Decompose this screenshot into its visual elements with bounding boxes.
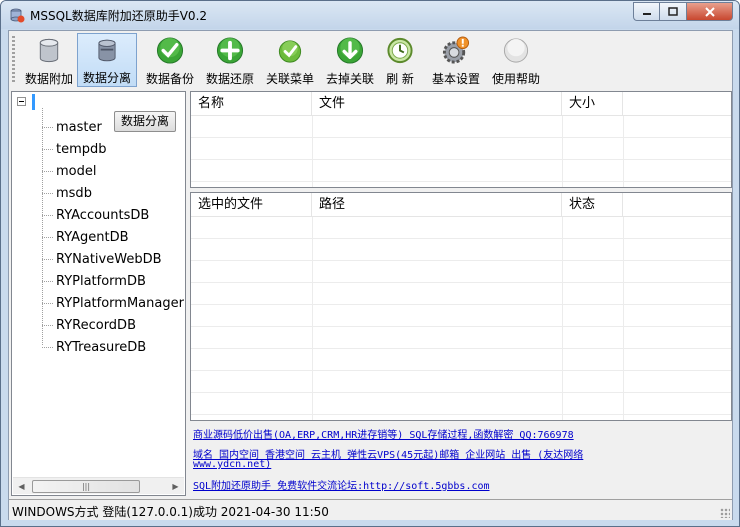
selected-files-grid[interactable]: 选中的文件 路径 状态 xyxy=(190,192,732,421)
attach-button[interactable]: 数据附加 xyxy=(19,33,79,87)
tree-item-ryrecorddb[interactable]: RYRecordDB xyxy=(42,314,136,336)
tree-item-label: RYPlatformManagerDB xyxy=(56,295,185,311)
close-icon xyxy=(704,6,715,17)
small-check-icon xyxy=(278,40,302,63)
tree-item-label: model xyxy=(56,163,97,179)
tree-item-label: tempdb xyxy=(56,141,107,157)
toolbar: 数据附加 数据分离 数据备份 数据还原 关联菜单 去掉关联 刷 新 基本设置 使… xyxy=(9,31,732,89)
settings-gear-icon xyxy=(442,36,470,64)
files-grid-rows xyxy=(191,116,731,187)
tree-item-label: RYPlatformDB xyxy=(56,273,146,289)
detach-context-button[interactable]: 数据分离 xyxy=(114,111,177,132)
tree-horizontal-scrollbar[interactable]: ◀ ||| ▶ xyxy=(13,477,184,494)
selected-grid-header: 选中的文件 路径 状态 xyxy=(191,193,731,217)
database-tree[interactable]: master tempdb model msdb RYAccountsDB RY… xyxy=(11,91,186,496)
tree-item-label: RYTreasureDB xyxy=(56,339,147,355)
remove-association-button[interactable]: 去掉关联 xyxy=(320,33,380,87)
associate-menu-label: 关联菜单 xyxy=(265,72,314,86)
scroll-left-icon[interactable]: ◀ xyxy=(13,478,30,495)
link-source-code-sale[interactable]: 商业源码低价出售(OA,ERP,CRM,HR进存销等) SQL存储过程,函数解密… xyxy=(193,426,574,441)
tree-root-node[interactable] xyxy=(32,94,35,110)
files-grid[interactable]: 名称 文件 大小 xyxy=(190,91,732,188)
title-bar[interactable]: MSSQL数据库附加还原助手V0.2 xyxy=(1,1,739,29)
toolbar-grip[interactable] xyxy=(12,36,15,84)
selected-col-path[interactable]: 路径 xyxy=(312,193,562,217)
restore-button[interactable]: 数据还原 xyxy=(200,33,260,87)
resize-grip-icon[interactable] xyxy=(720,508,730,518)
tree-item-ryaccountsdb[interactable]: RYAccountsDB xyxy=(42,204,149,226)
restore-label: 数据还原 xyxy=(205,72,254,86)
files-col-name[interactable]: 名称 xyxy=(191,92,312,116)
tree-item-label: RYRecordDB xyxy=(56,317,136,333)
help-label: 使用帮助 xyxy=(491,72,540,86)
scroll-thumb[interactable]: ||| xyxy=(32,480,140,493)
tree-item-ryplatformmanagerdb[interactable]: RYPlatformManagerDB xyxy=(42,292,185,314)
selected-grid-rows xyxy=(191,217,731,420)
settings-button[interactable]: 基本设置 xyxy=(426,33,486,87)
selected-col-file[interactable]: 选中的文件 xyxy=(191,193,312,217)
backup-button[interactable]: 数据备份 xyxy=(140,33,200,87)
tree-item-model[interactable]: model xyxy=(42,160,96,182)
files-grid-header: 名称 文件 大小 xyxy=(191,92,731,116)
database-detach-icon xyxy=(98,39,116,62)
tree-item-label: RYNativeWebDB xyxy=(56,251,162,267)
tree-item-label: RYAgentDB xyxy=(56,229,129,245)
scroll-right-icon[interactable]: ▶ xyxy=(167,478,184,495)
tree-item-label: msdb xyxy=(56,185,92,201)
maximize-button[interactable] xyxy=(660,2,687,21)
green-check-icon xyxy=(156,37,184,64)
tree-item-ryagentdb[interactable]: RYAgentDB xyxy=(42,226,129,248)
app-window: MSSQL数据库附加还原助手V0.2 数据附加 数据分离 数据备份 数据还原 关… xyxy=(0,0,740,527)
refresh-label: 刷 新 xyxy=(386,72,414,86)
selected-col-status[interactable]: 状态 xyxy=(562,193,623,217)
tree-item-label: RYAccountsDB xyxy=(56,207,150,223)
settings-label: 基本设置 xyxy=(431,72,480,86)
database-attach-icon xyxy=(39,38,59,63)
tree-item-tempdb[interactable]: tempdb xyxy=(42,138,107,160)
attach-label: 数据附加 xyxy=(24,72,73,86)
help-circle-icon xyxy=(503,38,529,63)
status-text: WINDOWS方式 登陆(127.0.0.1)成功 2021-04-30 11:… xyxy=(12,505,329,519)
associate-menu-button[interactable]: 关联菜单 xyxy=(260,33,320,87)
tree-item-rynativewebdb[interactable]: RYNativeWebDB xyxy=(42,248,162,270)
remove-association-label: 去掉关联 xyxy=(325,72,374,86)
green-plus-icon xyxy=(216,37,244,64)
detach-label: 数据分离 xyxy=(82,71,131,85)
refresh-clock-icon xyxy=(387,37,413,64)
files-col-file[interactable]: 文件 xyxy=(312,92,562,116)
tree-collapse-toggle[interactable] xyxy=(17,97,26,106)
backup-label: 数据备份 xyxy=(145,72,194,86)
green-down-arrow-icon xyxy=(336,37,364,64)
files-col-size[interactable]: 大小 xyxy=(562,92,623,116)
tree-item-label: master xyxy=(56,119,102,135)
window-title: MSSQL数据库附加还原助手V0.2 xyxy=(30,9,208,23)
minimize-icon xyxy=(642,12,651,15)
link-forum[interactable]: SQL附加还原助手 免费软件交流论坛:http://soft.5gbbs.com xyxy=(193,477,490,492)
client-area: 数据附加 数据分离 数据备份 数据还原 关联菜单 去掉关联 刷 新 基本设置 使… xyxy=(8,30,733,520)
maximize-icon xyxy=(668,7,678,16)
tree-item-master[interactable]: master xyxy=(42,116,102,138)
tree-item-msdb[interactable]: msdb xyxy=(42,182,92,204)
minimize-button[interactable] xyxy=(633,2,660,21)
refresh-button[interactable]: 刷 新 xyxy=(374,33,426,87)
help-button[interactable]: 使用帮助 xyxy=(486,33,546,87)
tree-item-ryplatformdb[interactable]: RYPlatformDB xyxy=(42,270,146,292)
app-icon xyxy=(10,8,25,23)
status-bar: WINDOWS方式 登陆(127.0.0.1)成功 2021-04-30 11:… xyxy=(9,499,732,520)
detach-button[interactable]: 数据分离 xyxy=(77,33,137,87)
close-button[interactable] xyxy=(687,2,733,21)
tree-item-rytreasuredb[interactable]: RYTreasureDB xyxy=(42,336,146,358)
link-ydcn-site[interactable]: www.ydcn.net) xyxy=(193,459,271,470)
